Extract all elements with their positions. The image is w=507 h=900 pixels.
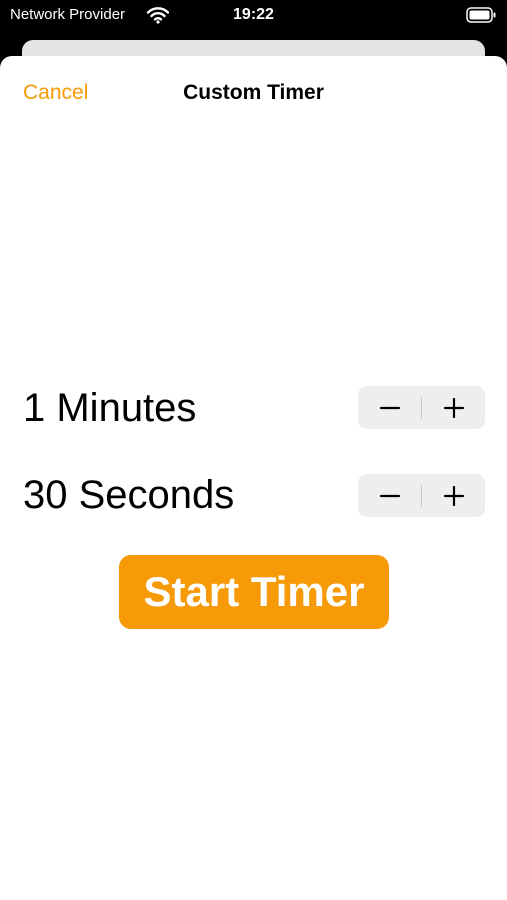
seconds-stepper — [358, 474, 485, 517]
minutes-stepper — [358, 386, 485, 429]
battery-icon — [466, 7, 496, 23]
plus-icon — [443, 397, 464, 418]
seconds-increment-button[interactable] — [422, 474, 485, 517]
seconds-decrement-button[interactable] — [358, 474, 421, 517]
cancel-button[interactable]: Cancel — [23, 80, 88, 106]
minus-icon — [379, 494, 400, 497]
minutes-label: 1 Minutes — [23, 386, 197, 430]
status-time: 19:22 — [233, 6, 274, 23]
minutes-increment-button[interactable] — [422, 386, 485, 429]
plus-icon — [443, 485, 464, 506]
start-timer-button[interactable]: Start Timer — [119, 555, 389, 629]
seconds-label: 30 Seconds — [23, 473, 235, 517]
custom-timer-sheet: Custom Timer Cancel 1 Minutes 30 Seconds — [0, 56, 507, 900]
screen: Network Provider 19:22 Custom Timer Canc… — [0, 0, 507, 900]
status-bar: Network Provider 19:22 — [0, 0, 507, 36]
minutes-decrement-button[interactable] — [358, 386, 421, 429]
minus-icon — [379, 406, 400, 409]
